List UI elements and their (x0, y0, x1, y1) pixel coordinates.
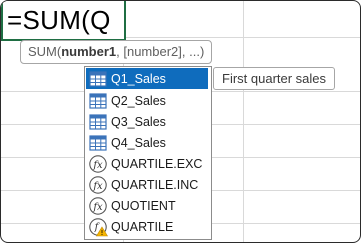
formula-text[interactable]: =SUM(Q (7, 6, 111, 34)
autocomplete-item-label: QUARTILE.EXC (111, 156, 203, 171)
autocomplete-item-label: Q2_Sales (111, 93, 166, 108)
active-cell[interactable]: =SUM(Q (1, 1, 126, 41)
autocomplete-item-quartile-inc[interactable]: fx QUARTILE.INC (86, 174, 208, 195)
autocomplete-item-quotient[interactable]: fx QUOTIENT (86, 195, 208, 216)
spreadsheet-canvas: =SUM(Q SUM(number1, [number2], ...) Q1_S… (0, 0, 361, 243)
table-icon (89, 92, 107, 109)
svg-text:fx: fx (92, 160, 103, 171)
autocomplete-item-label: QUOTIENT (111, 198, 176, 213)
autocomplete-item-label: QUARTILE (111, 219, 174, 234)
function-warning-icon: f (89, 217, 108, 236)
autocomplete-item-label: Q4_Sales (111, 135, 166, 150)
function-argument-tooltip: SUM(number1, [number2], ...) (20, 40, 213, 64)
autocomplete-item-quartile-exc[interactable]: fx QUARTILE.EXC (86, 153, 208, 174)
autocomplete-item-q4-sales[interactable]: Q4_Sales (86, 132, 208, 153)
function-icon: fx (89, 154, 107, 173)
autocomplete-item-q2-sales[interactable]: Q2_Sales (86, 90, 208, 111)
autocomplete-dropdown[interactable]: Q1_Sales Q2_Sales Q3_Sales Q4_Sales fx Q… (84, 66, 212, 240)
autocomplete-item-label: Q1_Sales (111, 71, 166, 86)
autocomplete-item-quartile[interactable]: f QUARTILE (86, 216, 208, 237)
function-icon: fx (89, 175, 107, 194)
table-icon (89, 134, 107, 151)
item-description-tooltip: First quarter sales (213, 67, 336, 90)
autocomplete-item-q3-sales[interactable]: Q3_Sales (86, 111, 208, 132)
tooltip-function-name[interactable]: SUM (28, 44, 57, 59)
table-icon (89, 113, 107, 130)
svg-text:fx: fx (92, 202, 103, 213)
svg-text:fx: fx (92, 181, 103, 192)
autocomplete-item-q1-sales[interactable]: Q1_Sales (86, 68, 208, 89)
autocomplete-item-label: QUARTILE.INC (111, 177, 199, 192)
autocomplete-item-label: Q3_Sales (111, 114, 166, 129)
function-icon: fx (89, 196, 107, 215)
tooltip-current-argument: number1 (61, 44, 117, 59)
tooltip-remaining-arguments: , [number2], ...) (116, 44, 205, 59)
table-icon (89, 70, 107, 87)
